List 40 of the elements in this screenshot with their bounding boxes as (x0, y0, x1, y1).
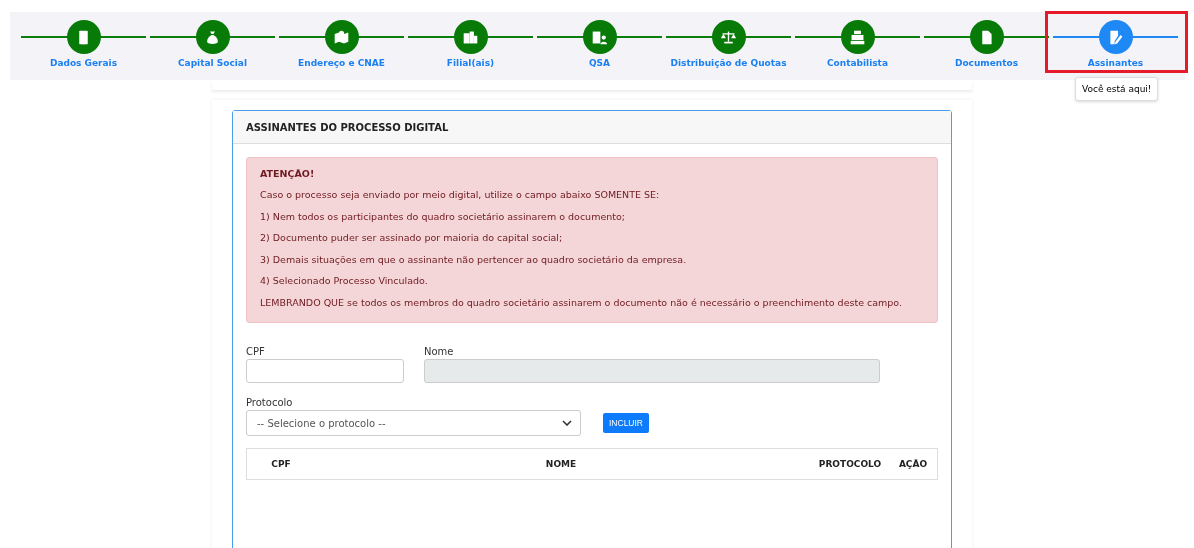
document-pen-icon (1107, 28, 1124, 46)
step-label[interactable]: Assinantes (1087, 58, 1144, 68)
step-button[interactable] (582, 20, 617, 54)
step-button[interactable] (969, 20, 1004, 54)
panel-title: ASSINANTES DO PROCESSO DIGITAL (246, 121, 449, 133)
field-label: CPF (246, 346, 266, 357)
include-button[interactable]: INCLUIR (603, 413, 649, 433)
field-label: Nome (424, 346, 455, 357)
column-header: AÇÃO (897, 459, 929, 469)
step-label[interactable]: Dados Gerais (49, 58, 118, 68)
alert-text: 2) Documento puder ser assinado por maioria do capital social; (260, 232, 564, 243)
step-label[interactable]: QSA (588, 58, 611, 68)
alert-text: 3) Demais situações em que o assinante não pertencer ao quadro societário da empresa. (260, 253, 688, 265)
chevron-down-icon (562, 420, 572, 426)
column-header: PROTOCOLO (817, 459, 883, 469)
step-label[interactable]: Filial(ais) (446, 58, 495, 68)
step-label[interactable]: Capital Social (177, 58, 247, 68)
cpf-field[interactable] (246, 359, 404, 383)
alert-text: LEMBRANDO QUE se todos os membros do quadro societário assinarem o documento não é necessário o preenchimento deste campo. (260, 296, 903, 308)
step-button[interactable] (324, 20, 359, 54)
step-label[interactable]: Documentos (954, 58, 1019, 68)
step-button[interactable] (1098, 20, 1133, 54)
alert-text: Caso o processo seja enviado por meio digital, utilize o campo abaixo SOMENTE SE: (260, 189, 661, 200)
alert-text: 4) Selecionado Processo Vinculado. (260, 275, 429, 286)
step-label[interactable]: Endereço e CNAE (298, 58, 385, 68)
column-header: NOME (544, 459, 578, 469)
step-button[interactable] (66, 20, 101, 54)
step-button[interactable] (840, 20, 875, 54)
protocol-dropdown[interactable]: -- Selecione o protocolo -- (246, 410, 581, 436)
step-label[interactable]: Distribuição de Quotas (670, 58, 787, 68)
step-label[interactable]: Contabilista (827, 58, 888, 68)
column-header: CPF (270, 459, 292, 469)
step-button[interactable] (195, 20, 230, 54)
map-icon (333, 28, 350, 46)
step-button[interactable] (711, 20, 746, 54)
alert-heading: ATENÇÃO! (260, 168, 316, 179)
step-button[interactable] (453, 20, 488, 54)
tooltip: Você está aqui! (1075, 77, 1159, 101)
field-label: Protocolo (246, 397, 294, 408)
alert-text: 1) Nem todos os participantes do quadro societário assinarem o documento; (260, 210, 626, 222)
